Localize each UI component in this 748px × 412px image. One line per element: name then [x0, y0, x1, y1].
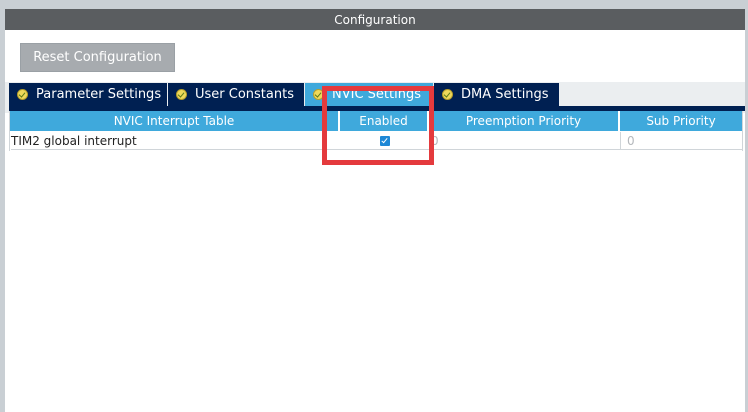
tab-dma-settings[interactable]: DMA Settings: [434, 83, 560, 106]
check-circle-icon: [313, 89, 324, 100]
header-preemption-priority[interactable]: Preemption Priority: [429, 111, 620, 131]
reset-configuration-button[interactable]: Reset Configuration: [20, 43, 175, 72]
check-circle-icon: [442, 89, 453, 100]
sub-priority-cell[interactable]: 0: [620, 132, 742, 150]
check-circle-icon: [17, 89, 28, 100]
enabled-checkbox[interactable]: [379, 135, 390, 146]
header-enabled[interactable]: Enabled: [340, 111, 429, 131]
tab-label: NVIC Settings: [332, 87, 421, 102]
preemption-priority-cell[interactable]: 0: [429, 132, 620, 150]
tab-nvic-settings[interactable]: NVIC Settings: [305, 83, 434, 106]
check-circle-icon: [176, 89, 187, 100]
row-interrupt-name: TIM2 global interrupt: [11, 132, 340, 150]
tab-label: User Constants: [195, 87, 294, 102]
tab-label: DMA Settings: [461, 87, 549, 102]
tab-label: Parameter Settings: [36, 87, 162, 102]
enabled-cell: [340, 132, 429, 150]
panel-title: Configuration: [5, 9, 745, 30]
header-nvic-interrupt-table[interactable]: NVIC Interrupt Table: [10, 111, 340, 131]
nvic-interrupt-table: NVIC Interrupt Table Enabled Preemption …: [9, 111, 743, 151]
tab-parameter-settings[interactable]: Parameter Settings: [9, 83, 168, 106]
configuration-panel: Configuration Reset Configuration Parame…: [5, 9, 745, 412]
tab-user-constants[interactable]: User Constants: [168, 83, 305, 106]
header-sub-priority[interactable]: Sub Priority: [620, 111, 742, 131]
